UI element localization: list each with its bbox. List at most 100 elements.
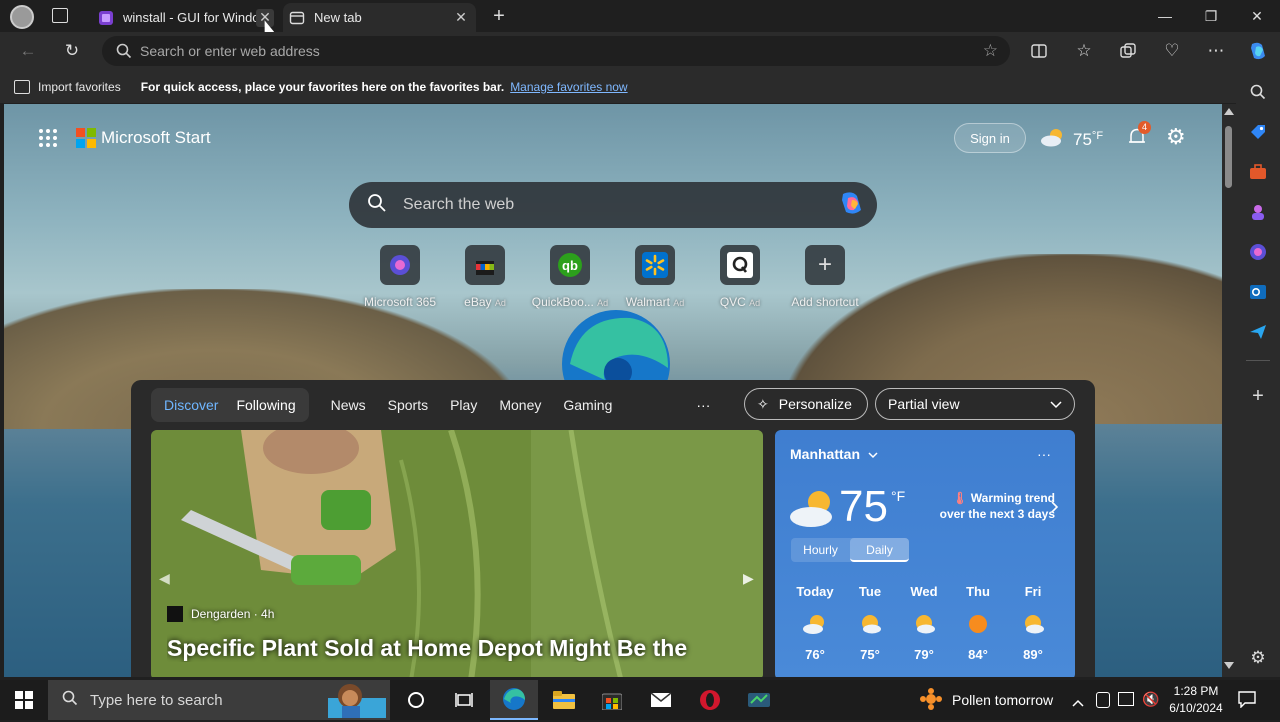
tab-actions-icon[interactable] [52,8,68,23]
profile-avatar[interactable] [10,5,34,29]
mail-icon[interactable] [637,680,685,720]
address-bar[interactable]: Search or enter web address ☆ [102,36,1010,66]
browser-essentials-icon[interactable]: ♡ [1157,36,1187,66]
import-favorites-icon[interactable] [14,79,30,94]
previous-arrow-icon[interactable]: ◀ [159,570,170,587]
forecast-day[interactable]: Today 76° [790,584,840,662]
header-weather[interactable]: 75 °F [1040,126,1103,153]
shortcut-quickbooks[interactable]: qb QuickBoo... Ad [524,245,616,309]
add-shortcut-button[interactable]: + Add shortcut [779,245,871,309]
close-window-button[interactable]: ✕ [1234,0,1280,32]
location-selector[interactable]: Manhattan [790,446,878,462]
cortana-icon[interactable] [392,680,440,720]
favorites-icon[interactable]: ☆ [1069,36,1099,66]
restore-button[interactable]: ❐ [1188,0,1234,32]
close-tab-icon[interactable]: ✕ [452,9,470,27]
header-temp: 75 [1073,129,1092,149]
back-button[interactable]: ← [13,36,43,66]
shortcut-ebay[interactable]: eBay Ad [439,245,531,309]
split-screen-icon[interactable] [1024,36,1054,66]
outlook-icon[interactable] [1248,282,1268,302]
personalize-button[interactable]: ✧ Personalize [744,388,868,420]
forecast-day[interactable]: Fri 89° [1008,584,1058,662]
tab-sports[interactable]: Sports [388,397,428,413]
day-name: Tue [858,584,882,599]
tab-following[interactable]: Following [227,397,304,413]
microsoft-365-icon[interactable] [1248,242,1268,262]
tools-toolbox-icon[interactable] [1248,162,1268,182]
scroll-up-arrow-icon[interactable] [1224,108,1234,115]
more-tabs-button[interactable]: ··· [696,397,710,413]
tab-new-tab[interactable]: New tab ✕ [283,3,476,32]
tab-discover[interactable]: Discover [155,397,227,413]
add-sidebar-item-icon[interactable]: + [1248,385,1268,407]
star-icon[interactable]: ☆ [983,41,998,61]
collections-icon[interactable] [1113,36,1143,66]
page-scrollbar[interactable] [1222,104,1236,677]
network-icon[interactable] [1118,692,1134,706]
brand-title[interactable]: Microsoft Start [101,128,211,148]
file-explorer-icon[interactable] [540,680,588,720]
tab-money[interactable]: Money [499,397,541,413]
weather-more-button[interactable]: ··· [1037,446,1051,462]
scrollbar-thumb[interactable] [1225,126,1232,188]
tab-winstall[interactable]: winstall - GUI for Windo ✕ [92,3,280,32]
sign-in-label: Sign in [970,130,1010,146]
apps-grid-icon[interactable] [38,128,58,148]
new-tab-button[interactable]: + [488,5,510,27]
tab-play[interactable]: Play [450,397,477,413]
partly-cloudy-icon [789,488,837,533]
personalize-label: Personalize [778,396,852,412]
copilot-icon[interactable] [1243,36,1273,66]
edge-taskbar-icon[interactable] [490,680,538,720]
hero-article-card[interactable]: ◀ ▶ Dengarden · 4h Specific Plant Sold a… [151,430,763,677]
sidebar-settings-gear-icon[interactable]: ⚙ [1248,648,1268,668]
refresh-button[interactable]: ↻ [57,36,87,66]
drop-send-icon[interactable] [1248,322,1268,342]
microsoft-store-icon[interactable] [588,680,636,720]
taskbar-search-placeholder: Type here to search [90,691,223,709]
more-options-icon[interactable]: ⋯ [1201,36,1231,66]
task-view-icon[interactable] [440,680,488,720]
next-arrow-icon[interactable]: ▶ [743,570,754,587]
copilot-icon[interactable] [837,190,867,221]
search-icon[interactable] [1248,82,1268,102]
partly-cloudy-icon [1040,126,1068,153]
daily-tab[interactable]: Daily [850,538,909,562]
shortcut-microsoft-365[interactable]: Microsoft 365 [354,245,446,309]
minimize-button[interactable]: — [1142,0,1188,32]
article-headline[interactable]: Specific Plant Sold at Home Depot Might … [167,634,757,662]
tab-news[interactable]: News [331,397,366,413]
forecast-day[interactable]: Thu 84° [953,584,1003,662]
chevron-right-icon[interactable] [1051,500,1059,518]
forecast-day[interactable]: Tue 75° [845,584,895,662]
hourly-tab[interactable]: Hourly [791,538,850,562]
chevron-up-icon[interactable] [1072,694,1084,712]
games-icon[interactable] [1248,202,1268,222]
clock[interactable]: 1:28 PM 6/10/2024 [1166,683,1226,717]
notification-center-icon[interactable] [1238,690,1256,713]
warming-trend[interactable]: 🌡 Warming trend over the next 3 days [925,490,1055,522]
notifications-bell-icon[interactable]: 4 [1127,121,1151,148]
security-icon[interactable] [1096,692,1110,708]
import-favorites-link[interactable]: Import favorites [38,80,121,94]
scroll-down-arrow-icon[interactable] [1224,662,1234,669]
edge-sidebar: + ⚙ [1236,70,1280,677]
forecast-day[interactable]: Wed 79° [899,584,949,662]
tab-gaming[interactable]: Gaming [563,397,612,413]
pollen-widget[interactable]: Pollen tomorrow [920,680,1053,720]
terminal-app-icon[interactable] [735,680,783,720]
manage-favorites-link[interactable]: Manage favorites now [510,80,627,94]
windows-start-icon[interactable] [0,680,48,720]
view-mode-dropdown[interactable]: Partial view [875,388,1075,420]
shortcut-qvc[interactable]: QVC Ad [694,245,786,309]
volume-muted-icon[interactable]: 🔇 [1142,691,1159,708]
weather-card[interactable]: Manhattan ··· 75 °F 🌡 Warming trend over… [775,430,1075,677]
shortcut-walmart[interactable]: Walmart Ad [609,245,701,309]
taskbar-search-box[interactable]: Type here to search [48,680,390,720]
web-search-box[interactable]: Search the web [349,182,877,228]
sign-in-button[interactable]: Sign in [954,123,1026,153]
opera-icon[interactable] [686,680,734,720]
shopping-tag-icon[interactable] [1248,122,1268,142]
settings-gear-icon[interactable]: ⚙ [1166,126,1186,148]
